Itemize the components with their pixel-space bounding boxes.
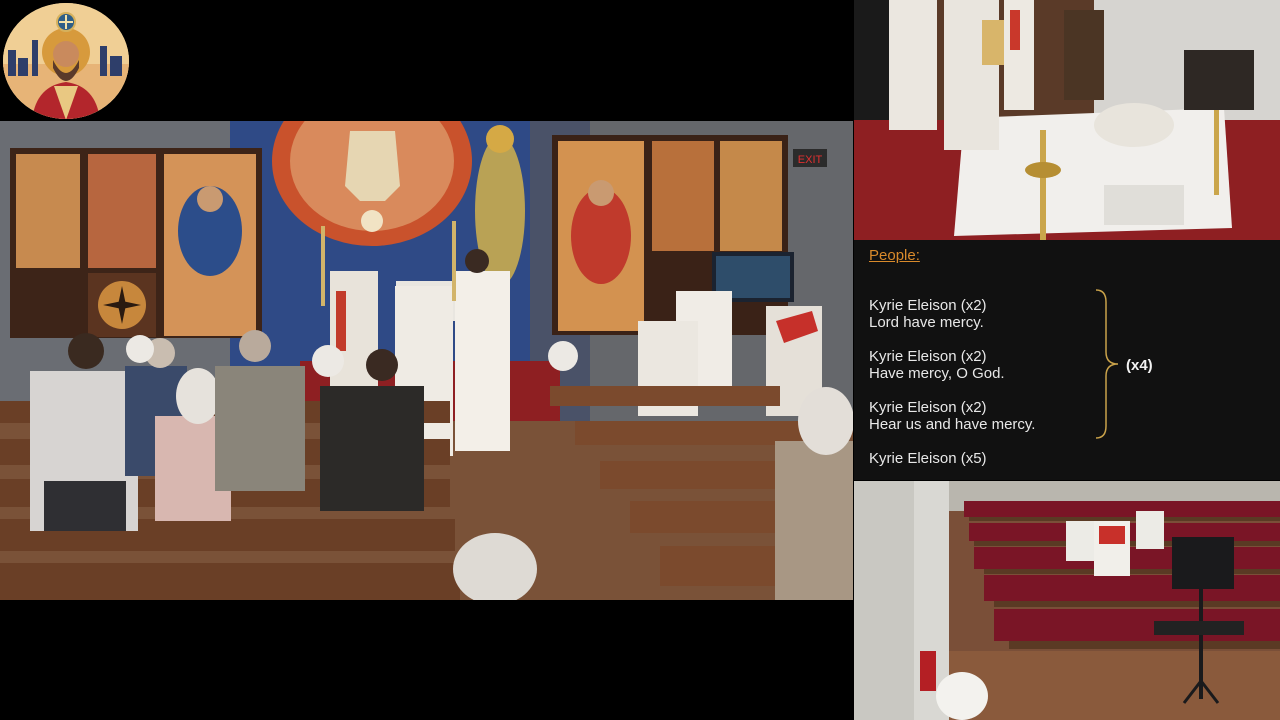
lyrics-line: Hear us and have mercy. [869, 416, 1036, 433]
lyrics-line: Lord have mercy. [869, 314, 984, 331]
brace-icon [1095, 289, 1119, 439]
lyrics-line: Kyrie Eleison (x2) [869, 348, 987, 365]
nave-camera-feed [854, 481, 1280, 720]
exit-sign: EXIT [798, 154, 823, 166]
altar-camera-feed [854, 0, 1280, 240]
lyrics-heading: People: [869, 247, 920, 264]
main-camera-feed: EXIT [0, 121, 853, 600]
lyrics-line: Have mercy, O God. [869, 365, 1005, 382]
lyrics-line: Kyrie Eleison (x2) [869, 297, 987, 314]
lyrics-panel: People: Kyrie Eleison (x2) Lord have mer… [854, 240, 1280, 480]
repeat-count: (x4) [1126, 357, 1153, 374]
lyrics-line: Kyrie Eleison (x2) [869, 399, 987, 416]
church-logo-icon [2, 2, 130, 120]
lyrics-line: Kyrie Eleison (x5) [869, 450, 987, 467]
